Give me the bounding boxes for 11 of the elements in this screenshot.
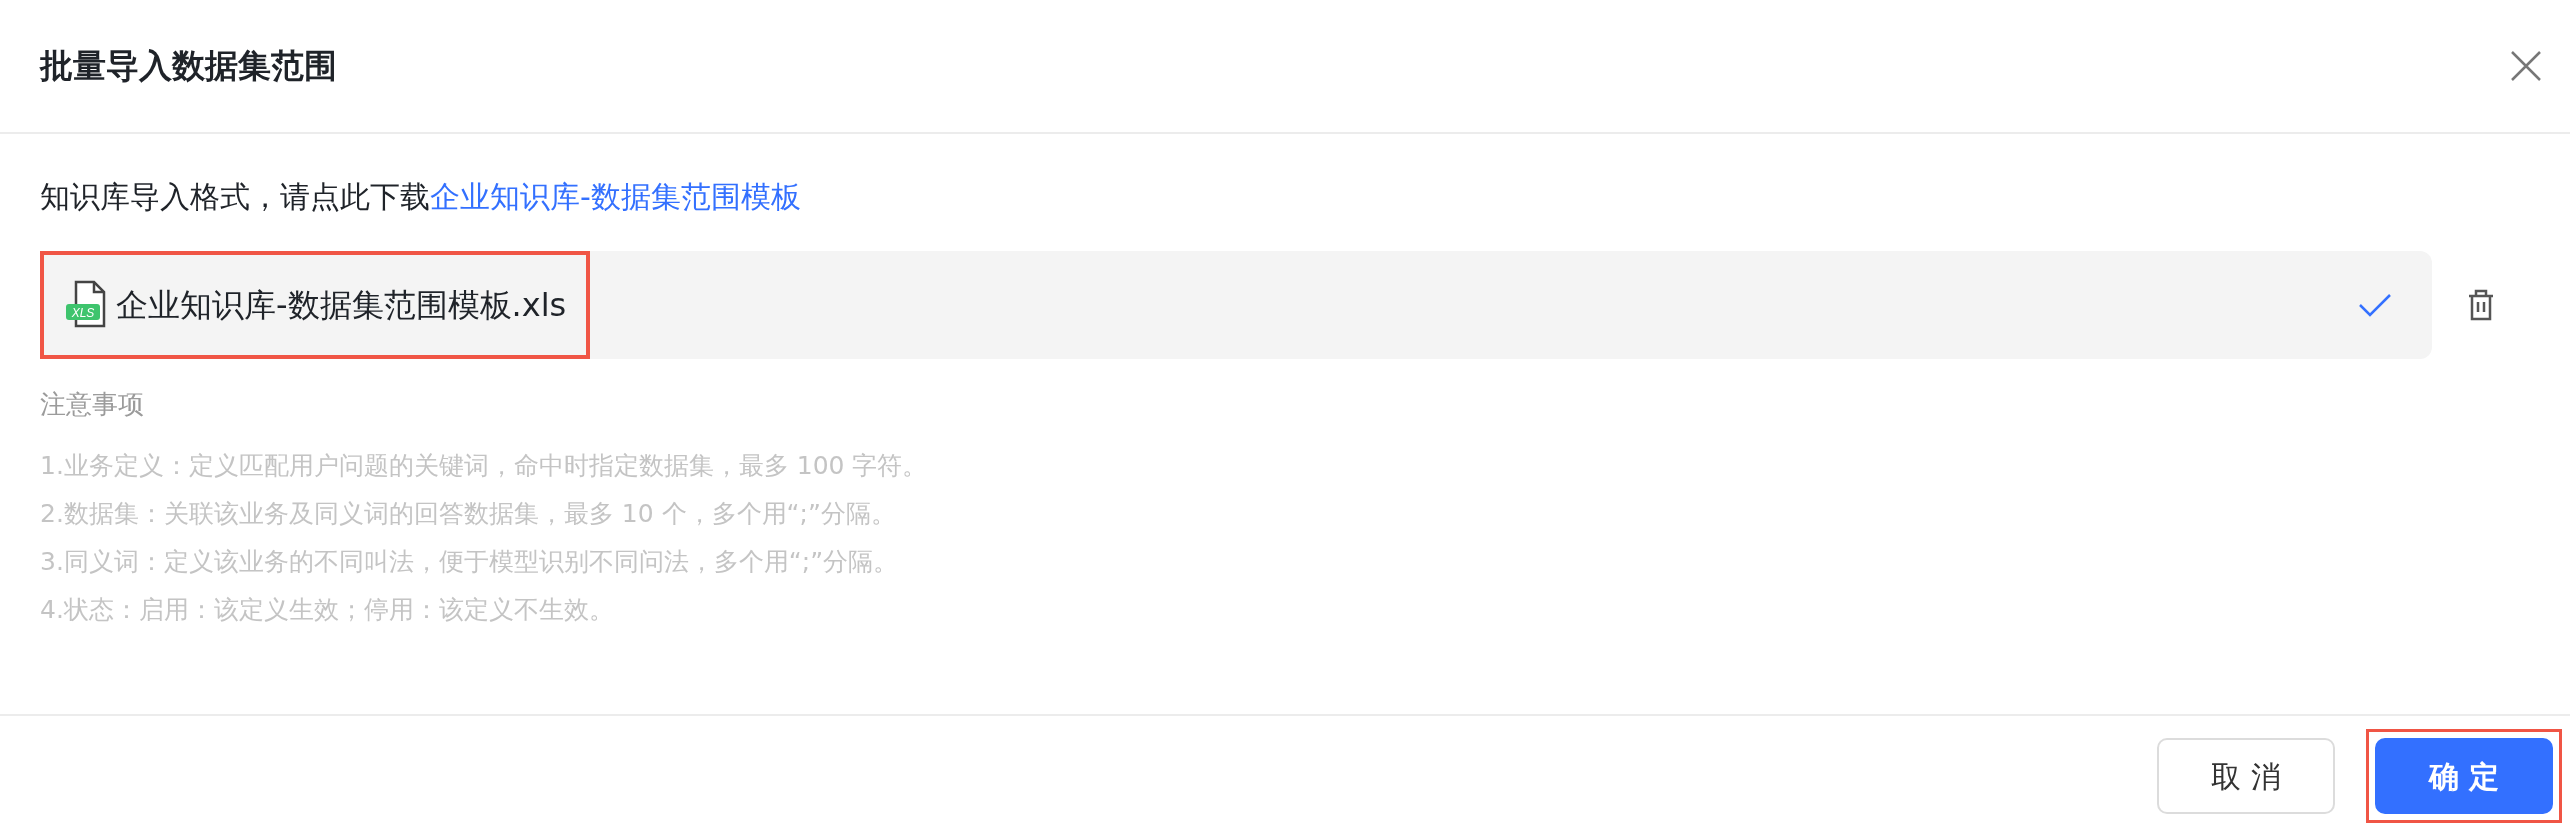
note-item: 1.业务定义：定义匹配用户问题的关键词，命中时指定数据集，最多 100 字符。 bbox=[40, 450, 929, 482]
notes-heading: 注意事项 bbox=[40, 388, 145, 421]
note-item: 3.同义词：定义该业务的不同叫法，便于模型识别不同问法，多个用“;”分隔。 bbox=[40, 546, 900, 578]
confirm-button[interactable]: 确 定 bbox=[2375, 738, 2553, 814]
note-item: 2.数据集：关联该业务及同义词的回答数据集，最多 10 个，多个用“;”分隔。 bbox=[40, 498, 897, 530]
note-item: 4.状态：启用：该定义生效；停用：该定义不生效。 bbox=[40, 594, 615, 626]
file-name: 企业知识库-数据集范围模板.xls bbox=[116, 285, 567, 326]
cancel-button[interactable]: 取 消 bbox=[2157, 738, 2335, 814]
template-link[interactable]: 企业知识库-数据集范围模板 bbox=[430, 179, 801, 214]
dialog-title: 批量导入数据集范围 bbox=[40, 45, 337, 88]
instruction-text: 知识库导入格式，请点此下载企业知识库-数据集范围模板 bbox=[40, 178, 802, 216]
